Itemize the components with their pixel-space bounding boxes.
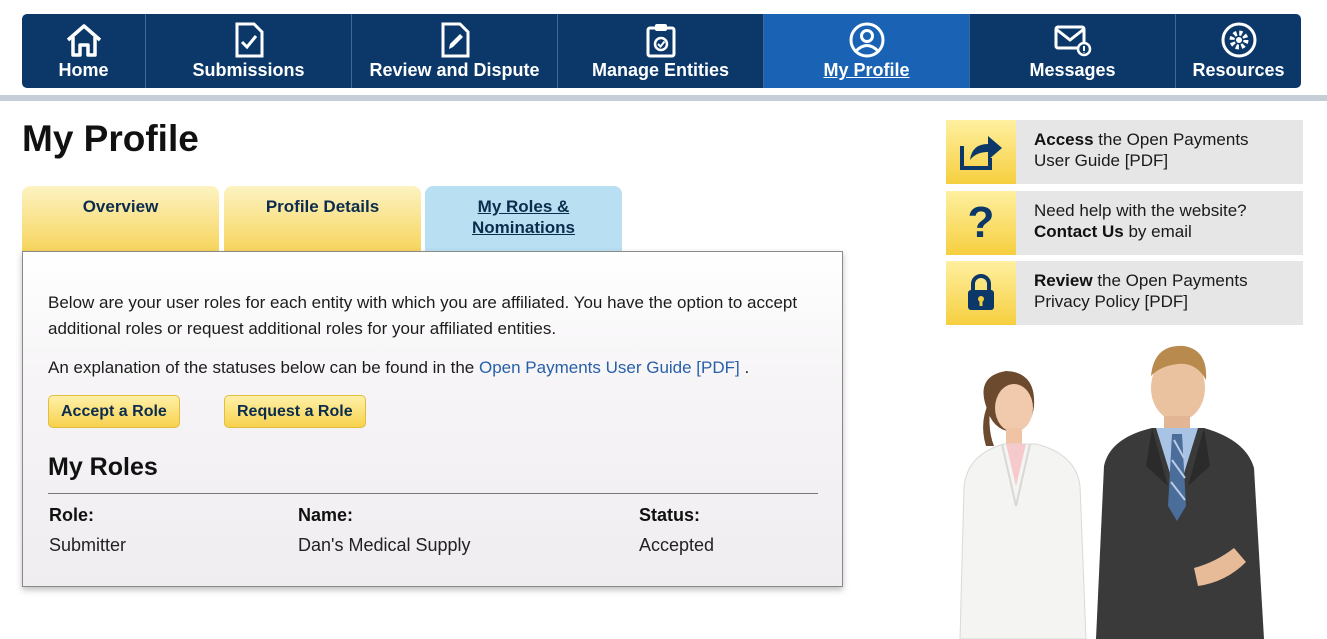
lock-icon <box>946 261 1016 325</box>
side-line1: Need help with the website? <box>1034 201 1247 220</box>
table-cell-name: Dan's Medical Supply <box>298 535 471 555</box>
table-cell-status: Accepted <box>639 535 715 555</box>
side-bold: Review <box>1034 271 1093 290</box>
question-icon: ? <box>946 191 1016 255</box>
gear-icon <box>1219 22 1259 58</box>
tab-label: Profile Details <box>265 197 380 216</box>
intro-text: Below are your user roles for each entit… <box>48 293 798 338</box>
side-bold: Contact Us <box>1034 222 1124 241</box>
nav-label: Submissions <box>192 60 305 80</box>
side-line2: Privacy Policy [PDF] <box>1034 292 1188 311</box>
tab-label-line2: Nominations <box>472 218 575 237</box>
table-header-name: Name: <box>298 505 354 525</box>
clipboard-icon <box>641 22 681 58</box>
user-guide-link-box[interactable]: Access the Open Payments User Guide [PDF… <box>946 120 1303 184</box>
nav-label: Home <box>58 60 109 80</box>
explanation-prefix: An explanation of the statuses below can… <box>48 358 475 377</box>
main-nav: Home Submissions Review and Dispute Mana… <box>22 14 1301 88</box>
table-cell-role: Submitter <box>49 535 127 555</box>
side-text: Review the Open Payments Privacy Policy … <box>1016 261 1248 325</box>
explanation-suffix: . <box>744 358 750 377</box>
nav-divider <box>0 95 1327 101</box>
nav-label: Manage Entities <box>591 60 730 80</box>
request-role-button[interactable]: Request a Role <box>224 395 366 428</box>
accept-role-button[interactable]: Accept a Role <box>48 395 180 428</box>
explanation-text: An explanation of the statuses below can… <box>48 355 808 381</box>
user-guide-link[interactable]: Open Payments User Guide [PDF] <box>479 358 740 377</box>
nav-submissions[interactable]: Submissions <box>146 14 352 88</box>
document-check-icon <box>229 22 269 58</box>
nav-label: Review and Dispute <box>369 60 540 80</box>
divider <box>48 493 818 494</box>
tab-label-line1: My Roles & <box>477 197 570 216</box>
table-header-role: Role: <box>49 505 94 525</box>
nav-home[interactable]: Home <box>22 14 146 88</box>
nav-messages[interactable]: Messages <box>970 14 1176 88</box>
nav-review-dispute[interactable]: Review and Dispute <box>352 14 558 88</box>
side-text: Need help with the website? Contact Us b… <box>1016 191 1247 255</box>
nav-manage-entities[interactable]: Manage Entities <box>558 14 764 88</box>
side-rest: the Open Payments <box>1092 271 1248 290</box>
nav-label: Resources <box>1192 60 1285 80</box>
contact-us-link-box[interactable]: ? Need help with the website? Contact Us… <box>946 191 1303 255</box>
mail-icon <box>1053 22 1093 58</box>
user-icon <box>847 22 887 58</box>
side-rest: by email <box>1123 222 1192 241</box>
nav-my-profile[interactable]: My Profile <box>764 14 970 88</box>
tab-my-roles-nominations[interactable]: My Roles & Nominations <box>425 186 622 252</box>
doctors-photo <box>946 336 1303 639</box>
tab-overview[interactable]: Overview <box>22 186 219 252</box>
document-edit-icon <box>435 22 475 58</box>
home-icon <box>64 22 104 58</box>
nav-resources[interactable]: Resources <box>1176 14 1301 88</box>
share-icon <box>946 120 1016 184</box>
nav-label: My Profile <box>823 60 910 80</box>
my-roles-heading: My Roles <box>48 453 158 481</box>
side-line2: User Guide [PDF] <box>1034 151 1169 170</box>
side-bold: Access <box>1034 130 1094 149</box>
nav-label: Messages <box>1029 60 1116 80</box>
tab-label: Overview <box>82 197 159 216</box>
page-title: My Profile <box>22 118 199 159</box>
side-rest: the Open Payments <box>1093 130 1249 149</box>
tab-profile-details[interactable]: Profile Details <box>224 186 421 252</box>
side-text: Access the Open Payments User Guide [PDF… <box>1016 120 1249 184</box>
roles-panel: Below are your user roles for each entit… <box>22 251 843 587</box>
table-header-status: Status: <box>639 505 701 525</box>
privacy-policy-link-box[interactable]: Review the Open Payments Privacy Policy … <box>946 261 1303 325</box>
